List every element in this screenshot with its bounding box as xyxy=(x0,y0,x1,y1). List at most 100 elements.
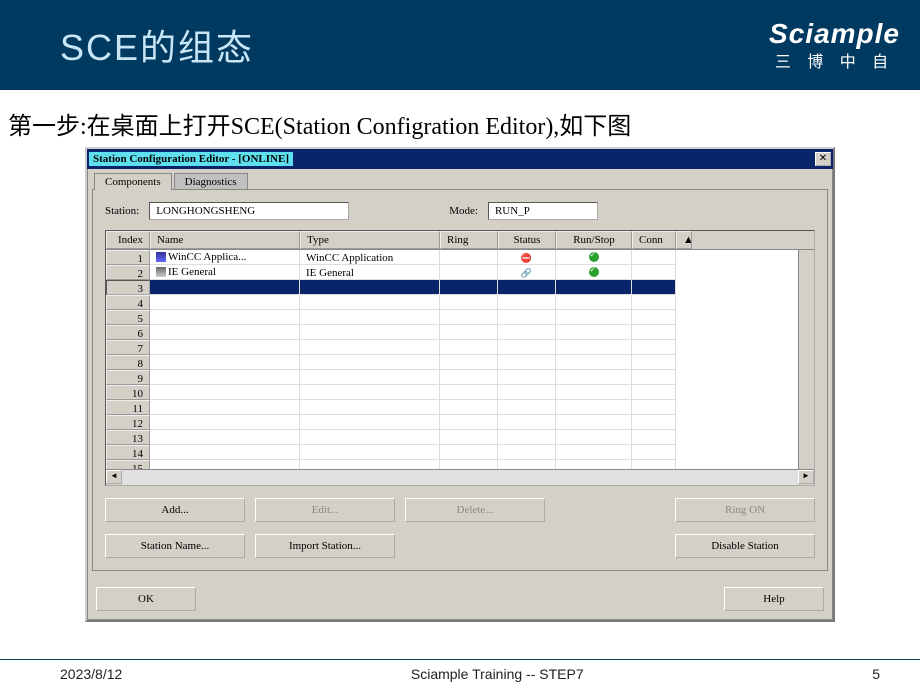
col-index[interactable]: Index xyxy=(106,231,150,249)
table-row[interactable]: 15 xyxy=(106,460,814,469)
cell-ring xyxy=(440,265,498,280)
table-row[interactable]: 10 xyxy=(106,385,814,400)
station-field[interactable]: LONGHONGSHENG xyxy=(149,202,349,220)
cell-type: IE General xyxy=(300,265,440,280)
cell-run xyxy=(556,385,632,400)
cell-index: 11 xyxy=(106,400,150,415)
cell-conn xyxy=(632,430,676,445)
col-ring[interactable]: Ring xyxy=(440,231,498,249)
run-ok-icon xyxy=(589,267,599,277)
cell-status xyxy=(498,415,556,430)
help-button[interactable]: Help xyxy=(724,587,824,611)
scroll-right-icon[interactable]: ► xyxy=(798,470,814,484)
cell-status xyxy=(498,310,556,325)
cell-type xyxy=(300,430,440,445)
table-row[interactable]: 4 xyxy=(106,295,814,310)
cell-run xyxy=(556,265,632,280)
cell-index: 12 xyxy=(106,415,150,430)
tab-diagnostics[interactable]: Diagnostics xyxy=(174,173,248,190)
cell-conn xyxy=(632,295,676,310)
disable-station-button[interactable]: Disable Station xyxy=(675,534,815,558)
table-row[interactable]: 9 xyxy=(106,370,814,385)
cell-type xyxy=(300,400,440,415)
table-row[interactable]: 1WinCC Applica...WinCC Application xyxy=(106,250,814,265)
station-name-button[interactable]: Station Name... xyxy=(105,534,245,558)
footer-date: 2023/8/12 xyxy=(60,666,122,682)
ring-on-button[interactable]: Ring ON xyxy=(675,498,815,522)
cell-name xyxy=(150,295,300,310)
cell-run xyxy=(556,445,632,460)
station-label: Station: xyxy=(105,205,139,217)
col-status[interactable]: Status xyxy=(498,231,556,249)
slide-header: SCE的组态 Sciample 三 博 中 自 xyxy=(0,0,920,90)
cell-run xyxy=(556,295,632,310)
table-row[interactable]: 8 xyxy=(106,355,814,370)
table-row[interactable]: 14 xyxy=(106,445,814,460)
cell-name xyxy=(150,355,300,370)
cell-type: WinCC Application xyxy=(300,250,440,265)
cell-index: 2 xyxy=(106,265,150,280)
cell-conn xyxy=(632,370,676,385)
cell-type xyxy=(300,280,440,295)
run-ok-icon xyxy=(589,252,599,262)
cell-type xyxy=(300,370,440,385)
table-row[interactable]: 6 xyxy=(106,325,814,340)
import-station-button[interactable]: Import Station... xyxy=(255,534,395,558)
cell-conn xyxy=(632,400,676,415)
table-row[interactable]: 2IE GeneralIE General xyxy=(106,265,814,280)
button-row-2: Station Name... Import Station... Disabl… xyxy=(105,534,815,558)
horizontal-scrollbar[interactable]: ◄ ► xyxy=(106,469,814,485)
wincc-icon xyxy=(156,252,166,262)
cell-run xyxy=(556,370,632,385)
cell-status xyxy=(498,370,556,385)
cell-status xyxy=(498,430,556,445)
cell-name: WinCC Applica... xyxy=(150,250,300,265)
cell-index: 15 xyxy=(106,460,150,469)
cell-run xyxy=(556,355,632,370)
table-row[interactable]: 5 xyxy=(106,310,814,325)
cell-status xyxy=(498,340,556,355)
cell-conn xyxy=(632,460,676,469)
cell-index: 13 xyxy=(106,430,150,445)
tabs: Components Diagnostics xyxy=(94,173,828,190)
cell-status xyxy=(498,265,556,280)
col-conn[interactable]: Conn xyxy=(632,231,676,249)
mode-label: Mode: xyxy=(449,205,478,217)
cell-run xyxy=(556,400,632,415)
col-type[interactable]: Type xyxy=(300,231,440,249)
cell-ring xyxy=(440,280,498,295)
cell-ring xyxy=(440,430,498,445)
mode-field[interactable]: RUN_P xyxy=(488,202,598,220)
table-row[interactable]: 12 xyxy=(106,415,814,430)
vertical-scrollbar[interactable] xyxy=(798,250,814,469)
cell-type xyxy=(300,355,440,370)
table-row[interactable]: 13 xyxy=(106,430,814,445)
cell-conn xyxy=(632,250,676,265)
cell-name xyxy=(150,310,300,325)
ok-button[interactable]: OK xyxy=(96,587,196,611)
close-icon[interactable]: ✕ xyxy=(815,152,831,166)
table-row[interactable]: 7 xyxy=(106,340,814,355)
cell-index: 1 xyxy=(106,250,150,265)
cell-status xyxy=(498,250,556,265)
add-button[interactable]: Add... xyxy=(105,498,245,522)
tab-components[interactable]: Components xyxy=(94,173,172,190)
status-network-icon xyxy=(521,267,532,279)
cell-name xyxy=(150,430,300,445)
titlebar[interactable]: Station Configuration Editor - [ONLINE] … xyxy=(87,149,833,169)
col-name[interactable]: Name xyxy=(150,231,300,249)
scroll-track[interactable] xyxy=(122,470,798,485)
col-run[interactable]: Run/Stop xyxy=(556,231,632,249)
cell-index: 10 xyxy=(106,385,150,400)
cell-index: 9 xyxy=(106,370,150,385)
delete-button[interactable]: Delete... xyxy=(405,498,545,522)
table-row[interactable]: 3 xyxy=(106,280,814,295)
cell-index: 4 xyxy=(106,295,150,310)
footer-center: Sciample Training -- STEP7 xyxy=(411,666,584,682)
table-body[interactable]: 1WinCC Applica...WinCC Application2IE Ge… xyxy=(106,250,814,469)
cell-status xyxy=(498,355,556,370)
brand-block: Sciample 三 博 中 自 xyxy=(769,18,900,72)
edit-button[interactable]: Edit... xyxy=(255,498,395,522)
scroll-left-icon[interactable]: ◄ xyxy=(106,470,122,484)
table-row[interactable]: 11 xyxy=(106,400,814,415)
